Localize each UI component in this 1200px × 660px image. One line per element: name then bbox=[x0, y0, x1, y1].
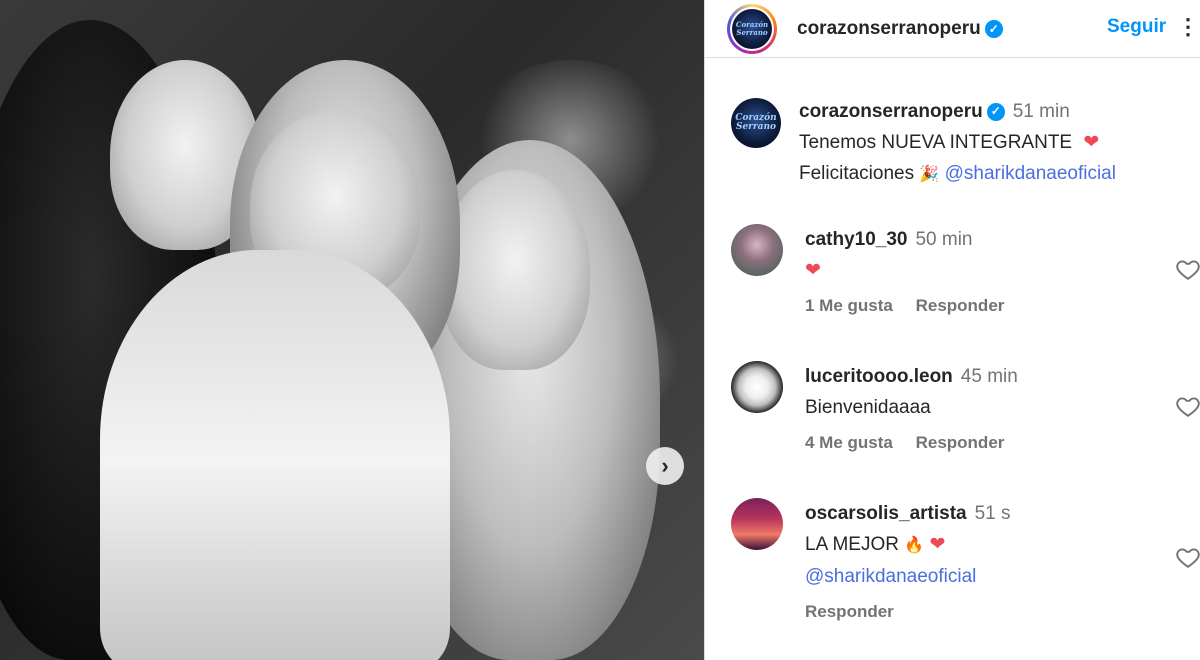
chevron-right-icon: › bbox=[661, 453, 669, 478]
caption-mention-link[interactable]: @sharikdanaeoficial bbox=[945, 163, 1116, 184]
logo-text: Corazón Serrano bbox=[735, 19, 769, 37]
comment-text: Bienvenidaaaa bbox=[805, 397, 931, 418]
avatar[interactable] bbox=[731, 361, 783, 413]
heart-emoji: ❤ bbox=[805, 260, 821, 281]
story-ring[interactable]: Corazón Serrano bbox=[727, 3, 777, 54]
account-avatar: Corazón Serrano bbox=[732, 8, 772, 49]
heart-outline-icon[interactable] bbox=[1175, 256, 1200, 282]
verified-icon: ✓ bbox=[984, 19, 1003, 38]
fire-emoji: 🔥 bbox=[904, 537, 925, 554]
heart-emoji: ❤ bbox=[1083, 132, 1100, 153]
person-right-face bbox=[440, 170, 590, 370]
caption-logo-text: Corazón Serrano bbox=[735, 113, 777, 132]
post-header: Corazón Serrano corazonserranoperu ✓ Seg… bbox=[705, 0, 1200, 58]
caption-username[interactable]: corazonserranoperu bbox=[799, 101, 983, 122]
comment-time: 45 min bbox=[960, 366, 1018, 387]
avatar[interactable] bbox=[731, 498, 783, 550]
reply-button[interactable]: Responder bbox=[805, 602, 894, 621]
heart-outline-icon[interactable] bbox=[1175, 393, 1200, 419]
header-username[interactable]: corazonserranoperu bbox=[797, 18, 981, 40]
caption-line-1: Tenemos NUEVA INTEGRANTE bbox=[799, 132, 1073, 153]
comment-time: 50 min bbox=[915, 229, 973, 250]
more-options-icon[interactable]: ⋮ bbox=[1177, 14, 1199, 40]
party-popper-icon: 🎉 bbox=[919, 166, 940, 183]
caption-line-2: Felicitaciones bbox=[799, 163, 915, 184]
comment-time: 51 s bbox=[974, 503, 1011, 524]
reply-button[interactable]: Responder bbox=[916, 433, 1005, 452]
heart-emoji: ❤ bbox=[929, 534, 946, 555]
post-side-panel: Corazón Serrano corazonserranoperu ✓ Seg… bbox=[704, 0, 1200, 660]
comment-likes[interactable]: 4 Me gusta bbox=[805, 433, 893, 452]
person-center-dress bbox=[100, 250, 450, 660]
comment-username[interactable]: cathy10_30 bbox=[805, 229, 907, 250]
avatar[interactable] bbox=[731, 224, 783, 276]
reply-button[interactable]: Responder bbox=[916, 296, 1005, 315]
caption-avatar[interactable]: Corazón Serrano bbox=[731, 98, 781, 148]
post-photo[interactable]: › bbox=[0, 0, 704, 660]
comment-text: LA MEJOR bbox=[805, 534, 899, 555]
caption-time: 51 min bbox=[1012, 101, 1070, 122]
next-photo-button[interactable]: › bbox=[646, 447, 684, 485]
comment-username[interactable]: oscarsolis_artista bbox=[805, 503, 967, 524]
verified-icon: ✓ bbox=[986, 102, 1005, 121]
follow-button[interactable]: Seguir bbox=[1107, 16, 1166, 38]
comment-username[interactable]: luceritoooo.leon bbox=[805, 366, 953, 387]
comment-mention-link[interactable]: @sharikdanaeoficial bbox=[805, 566, 976, 587]
comment-likes[interactable]: 1 Me gusta bbox=[805, 296, 893, 315]
heart-outline-icon[interactable] bbox=[1175, 544, 1200, 570]
